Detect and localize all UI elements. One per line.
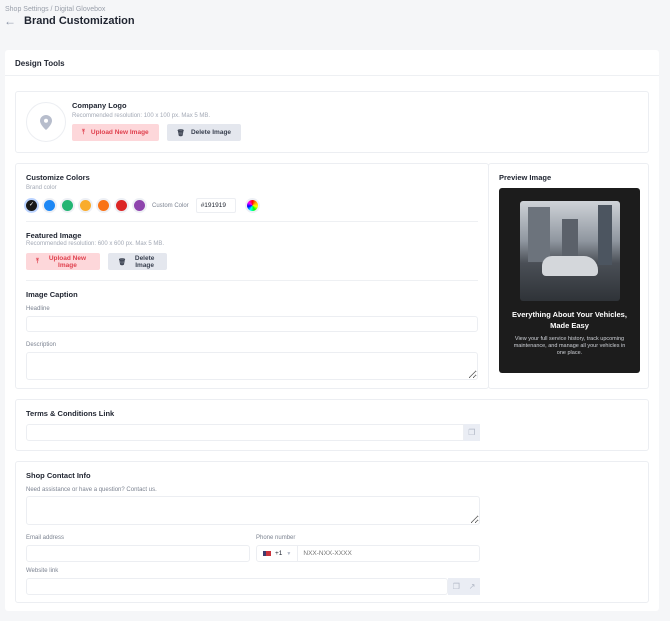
company-logo-title: Company Logo	[72, 101, 127, 110]
copy-icon[interactable]: ❐	[448, 578, 465, 595]
trash-icon: 🗑	[176, 129, 185, 137]
featured-image-hint: Recommended resolution: 600 x 600 px. Ma…	[26, 241, 165, 247]
divider	[26, 221, 478, 222]
color-swatch[interactable]	[62, 200, 73, 211]
logo-placeholder	[26, 102, 66, 142]
message-textarea[interactable]	[26, 496, 480, 525]
country-code-select[interactable]: +1 ▼	[257, 546, 299, 561]
description-label: Description	[26, 342, 57, 348]
upload-label: Upload New Image	[48, 254, 87, 269]
image-caption-title: Image Caption	[26, 290, 78, 299]
country-code: +1	[275, 550, 283, 557]
upload-featured-button[interactable]: ⤒ Upload New Image	[26, 253, 100, 270]
customize-card: Customize Colors Brand color ✓ Custom Col…	[15, 163, 489, 389]
upload-label: Upload New Image	[90, 129, 149, 136]
email-input[interactable]	[26, 545, 250, 562]
message-label: Need assistance or have a question? Cont…	[26, 487, 157, 493]
contact-title: Shop Contact Info	[26, 471, 91, 480]
delete-featured-button[interactable]: 🗑 Delete Image	[108, 253, 167, 270]
chevron-down-icon: ▼	[286, 550, 292, 557]
preview-image: Everything About Your Vehicles, Made Eas…	[499, 188, 640, 373]
preview-body: View your full service history, track up…	[513, 336, 626, 356]
description-textarea[interactable]	[26, 352, 478, 380]
location-pin-icon	[40, 114, 52, 130]
terms-card: Terms & Conditions Link ❐	[15, 399, 649, 451]
back-arrow-icon[interactable]: ←	[4, 14, 16, 28]
email-label: Email address	[26, 535, 65, 541]
delete-label: Delete Image	[190, 129, 232, 136]
color-swatch[interactable]: ✓	[26, 200, 37, 211]
external-link-icon[interactable]: ↗	[464, 578, 480, 595]
preview-image-title: Preview Image	[499, 173, 552, 182]
upload-logo-button[interactable]: ⤒ Upload New Image	[72, 124, 159, 141]
terms-link-input[interactable]	[26, 424, 464, 441]
divider	[26, 280, 478, 281]
company-logo-hint: Recommended resolution: 100 x 100 px. Ma…	[72, 113, 211, 119]
delete-logo-button[interactable]: 🗑 Delete Image	[166, 124, 242, 141]
featured-image-title: Featured Image	[26, 231, 82, 240]
upload-icon: ⤒	[36, 257, 39, 265]
phone-field: +1 ▼	[256, 545, 480, 562]
car-photo	[519, 201, 620, 301]
color-swatch[interactable]	[116, 200, 127, 211]
headline-label: Headline	[26, 306, 50, 312]
custom-color-label: Custom Color	[152, 202, 189, 209]
brand-color-label: Brand color	[26, 185, 57, 191]
color-swatch[interactable]	[98, 200, 109, 211]
color-swatches: ✓ Custom Color #191919	[26, 198, 478, 213]
copy-icon[interactable]: ❐	[463, 424, 480, 441]
custom-color-input[interactable]: #191919	[195, 198, 236, 213]
headline-input[interactable]	[26, 316, 478, 332]
preview-heading: Everything About Your Vehicles, Made Eas…	[512, 310, 627, 330]
upload-icon: ⤒	[82, 128, 85, 136]
delete-label: Delete Image	[134, 254, 155, 269]
customize-colors-title: Customize Colors	[26, 173, 90, 182]
color-swatch[interactable]	[134, 200, 145, 211]
trash-icon: 🗑	[118, 258, 127, 266]
contact-card: Shop Contact Info Need assistance or hav…	[15, 461, 649, 603]
color-swatch[interactable]	[44, 200, 55, 211]
color-swatch[interactable]	[80, 200, 91, 211]
preview-card: Preview Image Everything About Your Vehi…	[488, 163, 649, 389]
website-input[interactable]	[26, 578, 449, 595]
phone-label: Phone number	[256, 535, 296, 541]
company-logo-card: Company Logo Recommended resolution: 100…	[15, 91, 649, 153]
terms-title: Terms & Conditions Link	[26, 409, 115, 418]
color-picker-icon[interactable]	[246, 200, 258, 211]
phone-input[interactable]	[298, 550, 479, 557]
design-tools-title: Design Tools	[5, 50, 659, 76]
page-title: Brand Customization	[24, 15, 135, 27]
website-label: Website link	[26, 568, 59, 574]
us-flag-icon	[263, 551, 271, 556]
breadcrumb[interactable]: Shop Settings / Digital Glovebox	[5, 6, 105, 13]
